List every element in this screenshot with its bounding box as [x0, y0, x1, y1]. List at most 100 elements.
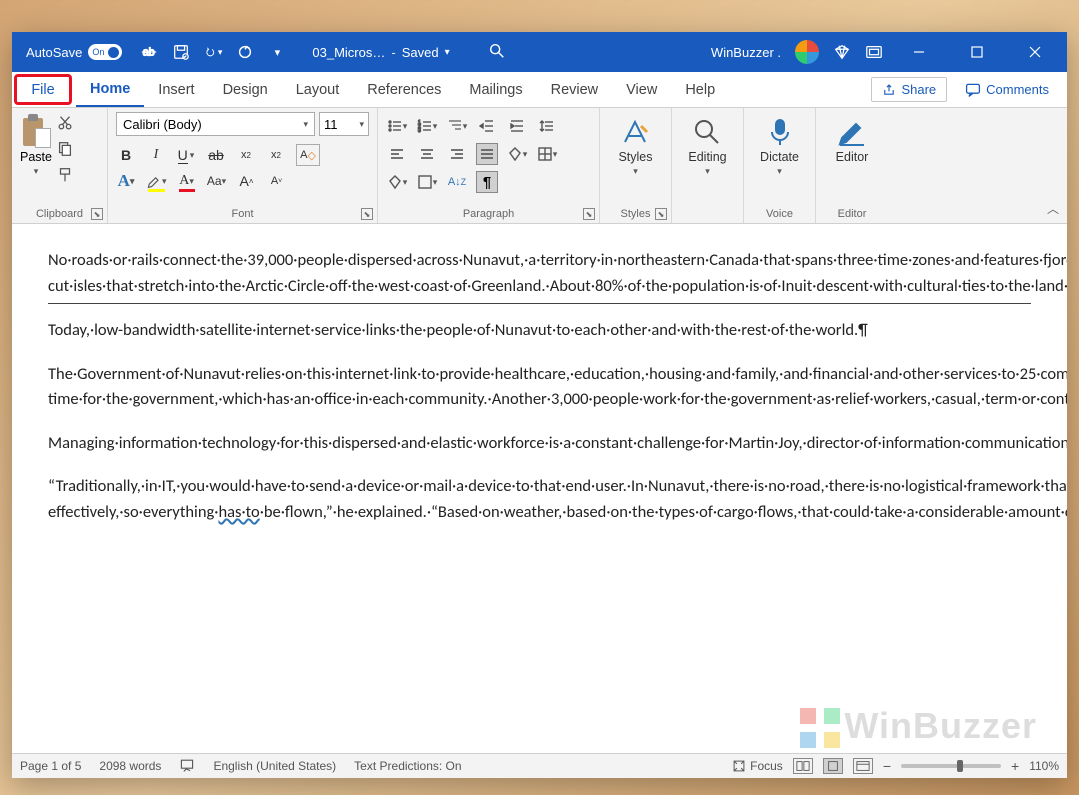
avatar[interactable] [795, 40, 819, 64]
display-mode-icon[interactable] [865, 43, 883, 61]
align-center-button[interactable] [416, 143, 438, 165]
shading-split-button[interactable]: ▾ [386, 171, 408, 193]
editor-button[interactable]: Editor [836, 112, 869, 164]
toggle-switch[interactable]: On [88, 44, 122, 60]
tab-layout[interactable]: Layout [282, 72, 354, 107]
document-body[interactable]: No·roads·or·rails·connect·the·39,000·peo… [48, 248, 1031, 526]
subscript-button[interactable]: x2 [236, 144, 256, 166]
tab-mailings[interactable]: Mailings [455, 72, 536, 107]
text-effects-button[interactable]: A▾ [116, 170, 136, 192]
align-left-button[interactable] [386, 143, 408, 165]
diamond-icon[interactable] [833, 43, 851, 61]
font-size-combo[interactable]: 11▾ [319, 112, 369, 136]
editor-icon [836, 116, 868, 148]
maximize-button[interactable] [955, 32, 999, 72]
tab-home[interactable]: Home [76, 72, 144, 107]
horizontal-rule [48, 303, 1031, 304]
group-voice: Dictate▾ Voice [744, 108, 816, 223]
editing-button[interactable]: Editing▾ [688, 112, 726, 177]
multilevel-button[interactable]: ▾ [446, 115, 468, 137]
save-icon[interactable] [172, 43, 190, 61]
zoom-percent[interactable]: 110% [1029, 759, 1059, 773]
copy-icon[interactable] [56, 140, 74, 158]
shading-button[interactable]: ▾ [506, 143, 528, 165]
zoom-in-button[interactable]: + [1011, 758, 1019, 774]
paragraph: The·Government·of·Nunavut·relies·on·this… [48, 364, 1067, 410]
tab-review[interactable]: Review [537, 72, 613, 107]
highlight-button[interactable]: ▾ [146, 170, 167, 192]
bullets-button[interactable]: ▾ [386, 115, 408, 137]
focus-mode[interactable]: Focus [732, 759, 783, 773]
superscript-button[interactable]: x2 [266, 144, 286, 166]
increase-indent-button[interactable] [506, 115, 528, 137]
dialog-launcher-icon[interactable]: ⬊ [91, 208, 103, 220]
document-area[interactable]: No·roads·or·rails·connect·the·39,000·peo… [12, 224, 1067, 753]
line-spacing-button[interactable] [536, 115, 558, 137]
show-paragraph-button[interactable]: ¶ [476, 171, 498, 193]
tab-references[interactable]: References [353, 72, 455, 107]
borders-button[interactable]: ▾ [536, 143, 558, 165]
spellcheck-icon[interactable] [179, 757, 195, 776]
minimize-button[interactable] [897, 32, 941, 72]
format-painter-icon[interactable] [56, 166, 74, 184]
search-button[interactable] [466, 42, 528, 63]
sort-button[interactable]: A↓Z [446, 171, 468, 193]
toggle-on-text: On [92, 47, 104, 57]
decrease-indent-button[interactable] [476, 115, 498, 137]
qat: ab ▾ ▾ [130, 43, 296, 61]
page-indicator[interactable]: Page 1 of 5 [20, 759, 81, 773]
user-name[interactable]: WinBuzzer . [711, 45, 781, 60]
styles-button[interactable]: Styles▾ [618, 112, 652, 177]
word-window: AutoSave On ab ▾ ▾ 03_Micros… - Saved ▾ … [12, 32, 1067, 778]
comments-button[interactable]: Comments [955, 78, 1059, 102]
autosave-toggle[interactable]: AutoSave On [18, 44, 130, 60]
numbering-button[interactable]: 123▾ [416, 115, 438, 137]
paste-button[interactable]: Paste ▾ [20, 112, 52, 198]
italic-button[interactable]: I [146, 144, 166, 166]
tab-insert[interactable]: Insert [144, 72, 208, 107]
zoom-out-button[interactable]: − [883, 758, 891, 774]
group-editing: Editing▾ [672, 108, 744, 223]
strike-icon[interactable]: ab [140, 43, 158, 61]
zoom-slider[interactable] [901, 764, 1001, 768]
font-name-combo[interactable]: Calibri (Body)▾ [116, 112, 315, 136]
redo-icon[interactable] [236, 43, 254, 61]
word-count[interactable]: 2098 words [99, 759, 161, 773]
group-paragraph: ▾ 123▾ ▾ ▾ ▾ ▾ ▾ A↓Z ¶ Paragraph [378, 108, 600, 223]
shrink-font-button[interactable]: A˅ [267, 170, 287, 192]
underline-button[interactable]: U▾ [176, 144, 196, 166]
share-button[interactable]: Share [871, 77, 947, 102]
change-case-button[interactable]: Aa▾ [207, 170, 227, 192]
undo-icon[interactable]: ▾ [204, 43, 222, 61]
tab-file[interactable]: File [14, 74, 72, 105]
clear-format-icon[interactable]: A◇ [296, 144, 320, 166]
collapse-ribbon-icon[interactable]: ︿ [1047, 200, 1059, 217]
predictions-indicator[interactable]: Text Predictions: On [354, 759, 461, 773]
close-button[interactable] [1013, 32, 1057, 72]
bold-button[interactable]: B [116, 144, 136, 166]
cut-icon[interactable] [56, 114, 74, 132]
tab-help[interactable]: Help [671, 72, 729, 107]
qat-dropdown-icon[interactable]: ▾ [268, 43, 286, 61]
align-justify-button[interactable] [476, 143, 498, 165]
tab-design[interactable]: Design [209, 72, 282, 107]
grammar-squiggle[interactable]: has·to [218, 502, 259, 522]
tab-view[interactable]: View [612, 72, 671, 107]
read-mode-icon[interactable] [793, 758, 813, 774]
grow-font-button[interactable]: A˄ [237, 170, 257, 192]
font-color-button[interactable]: A▾ [177, 170, 197, 192]
align-right-button[interactable] [446, 143, 468, 165]
group-label: Font [108, 208, 377, 220]
dialog-launcher-icon[interactable]: ⬊ [583, 208, 595, 220]
language-indicator[interactable]: English (United States) [213, 759, 336, 773]
web-layout-icon[interactable] [853, 758, 873, 774]
document-title[interactable]: 03_Micros… - Saved ▾ [296, 45, 465, 60]
borders-split-button[interactable]: ▾ [416, 171, 438, 193]
group-styles: Styles▾ Styles ⬊ [600, 108, 672, 223]
dictate-button[interactable]: Dictate▾ [760, 112, 799, 177]
dialog-launcher-icon[interactable]: ⬊ [361, 208, 373, 220]
print-layout-icon[interactable] [823, 758, 843, 774]
group-label: Voice [744, 208, 815, 220]
dialog-launcher-icon[interactable]: ⬊ [655, 208, 667, 220]
strike-button[interactable]: ab [206, 144, 226, 166]
